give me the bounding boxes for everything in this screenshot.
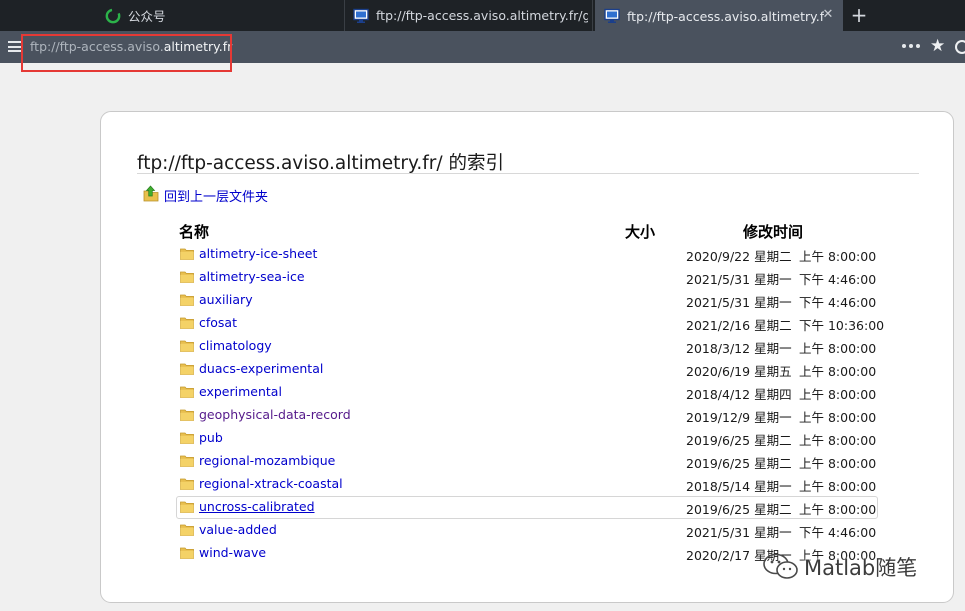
parent-folder-link[interactable]: 回到上一层文件夹	[164, 186, 268, 205]
new-tab-button[interactable]: +	[848, 4, 870, 26]
folder-link[interactable]: geophysical-data-record	[199, 407, 351, 422]
folder-icon	[180, 524, 194, 536]
hamburger-menu-icon[interactable]	[8, 41, 21, 52]
modified-time: 上午 8:00:00	[799, 387, 877, 402]
modified-time: 上午 8:00:00	[799, 502, 877, 517]
folder-icon	[180, 386, 194, 398]
address-highlight-box	[21, 34, 232, 72]
folder-link[interactable]: pub	[199, 430, 223, 445]
list-item[interactable]: cfosat 2021/2/16 星期二 下午 10:36:00	[176, 312, 884, 335]
wechat-logo-icon	[763, 553, 798, 579]
wechat-green-icon	[105, 8, 121, 23]
page-title: ftp://ftp-access.aviso.altimetry.fr/ 的索引	[137, 149, 919, 174]
modified-time: 上午 8:00:00	[799, 364, 877, 379]
folder-link[interactable]: altimetry-ice-sheet	[199, 246, 317, 261]
list-item[interactable]: altimetry-ice-sheet 2020/9/22 星期二 上午 8:00:…	[176, 243, 878, 266]
folder-link[interactable]: regional-mozambique	[199, 453, 335, 468]
modified-time: 下午 4:46:00	[799, 525, 877, 540]
list-item[interactable]: regional-mozambique 2019/6/25 星期二 上午 8:00:…	[176, 450, 878, 473]
list-item[interactable]: pub 2019/6/25 星期二 上午 8:00:00	[176, 427, 878, 450]
modified-date: 2020/6/19 星期五	[686, 364, 792, 379]
modified-time: 上午 8:00:00	[799, 249, 877, 264]
modified-date: 2020/9/22 星期二	[686, 249, 792, 264]
list-item[interactable]: uncross-calibrated 2019/6/25 星期二 上午 8:00:0…	[176, 496, 878, 519]
folder-link[interactable]: climatology	[199, 338, 272, 353]
tab-title: ftp://ftp-access.aviso.altimetry.fr/geop…	[376, 8, 588, 23]
tab-ftp-geophysical[interactable]: ftp://ftp-access.aviso.altimetry.fr/geop…	[346, 0, 593, 31]
folder-link[interactable]: duacs-experimental	[199, 361, 323, 376]
monitor-page-icon	[604, 8, 620, 23]
tab-ftp-index[interactable]: ftp://ftp-access.aviso.altimetry.fr/ 的 ✕	[595, 0, 843, 31]
modified-date: 2021/5/31 星期一	[686, 272, 792, 287]
bookmark-star-icon[interactable]: ★	[930, 37, 948, 55]
folder-icon	[180, 294, 194, 306]
modified-date: 2018/5/14 星期一	[686, 479, 792, 494]
folder-icon	[180, 478, 194, 490]
list-item[interactable]: duacs-experimental 2020/6/19 星期五 上午 8:00:0…	[176, 358, 878, 381]
folder-icon	[180, 409, 194, 421]
modified-date: 2019/6/25 星期二	[686, 433, 792, 448]
list-item[interactable]: regional-xtrack-coastal 2018/5/14 星期一 上午 8…	[176, 473, 878, 496]
list-item[interactable]: altimetry-sea-ice 2021/5/31 星期一 下午 4:46:00	[176, 266, 878, 289]
modified-date: 2021/5/31 星期一	[686, 295, 792, 310]
tab-close-button[interactable]: ✕	[821, 8, 835, 22]
more-dots-icon[interactable]	[902, 43, 920, 49]
modified-time: 上午 8:00:00	[799, 479, 877, 494]
list-item[interactable]: climatology 2018/3/12 星期一 上午 8:00:00	[176, 335, 878, 358]
list-item[interactable]: value-added 2021/5/31 星期一 下午 4:46:00	[176, 519, 878, 542]
modified-date: 2021/5/31 星期一	[686, 525, 792, 540]
folder-icon	[180, 363, 194, 375]
folder-link[interactable]: experimental	[199, 384, 282, 399]
watermark: Matlab随笔	[762, 552, 917, 582]
modified-time: 上午 8:00:00	[799, 410, 877, 425]
modified-time: 上午 8:00:00	[799, 433, 877, 448]
tab-bar: 公众号 ftp://ftp-access.aviso.altimetry.fr/…	[0, 0, 965, 31]
tab-title: ftp://ftp-access.aviso.altimetry.fr/ 的	[627, 9, 824, 24]
file-list: altimetry-ice-sheet 2020/9/22 星期二 上午 8:00:…	[176, 243, 884, 565]
monitor-page-icon	[353, 8, 369, 23]
folder-link[interactable]: cfosat	[199, 315, 237, 330]
folder-icon	[180, 547, 194, 559]
folder-link[interactable]: wind-wave	[199, 545, 266, 560]
folder-link[interactable]: value-added	[199, 522, 277, 537]
folder-link[interactable]: uncross-calibrated	[199, 499, 315, 514]
folder-icon	[180, 455, 194, 467]
modified-date: 2018/4/12 星期四	[686, 387, 792, 402]
folder-icon	[180, 271, 194, 283]
folder-icon	[180, 501, 194, 513]
folder-icon	[180, 340, 194, 352]
modified-date: 2018/3/12 星期一	[686, 341, 792, 356]
sync-icon[interactable]	[955, 40, 965, 54]
column-header-name[interactable]: 名称	[179, 221, 209, 242]
list-item[interactable]: auxiliary 2021/5/31 星期一 下午 4:46:00	[176, 289, 878, 312]
folder-icon	[180, 432, 194, 444]
column-header-size[interactable]: 大小	[625, 221, 655, 242]
watermark-text: Matlab随笔	[804, 556, 918, 580]
folder-icon	[180, 317, 194, 329]
modified-date: 2021/2/16 星期二	[686, 318, 792, 333]
folder-link[interactable]: auxiliary	[199, 292, 253, 307]
modified-date: 2019/12/9 星期一	[686, 410, 792, 425]
list-item[interactable]: experimental 2018/4/12 星期四 上午 8:00:00	[176, 381, 878, 404]
folder-link[interactable]: regional-xtrack-coastal	[199, 476, 343, 491]
tab-wechat[interactable]: 公众号	[95, 0, 345, 31]
modified-date: 2019/6/25 星期二	[686, 502, 792, 517]
modified-time: 下午 10:36:00	[799, 318, 885, 333]
folder-icon	[180, 248, 194, 260]
modified-date: 2019/6/25 星期二	[686, 456, 792, 471]
list-item[interactable]: geophysical-data-record 2019/12/9 星期一 上午 8…	[176, 404, 878, 427]
tab-title: 公众号	[128, 9, 166, 24]
modified-time: 上午 8:00:00	[799, 456, 877, 471]
folder-up-icon	[143, 185, 159, 202]
modified-time: 下午 4:46:00	[799, 272, 877, 287]
modified-time: 上午 8:00:00	[799, 341, 877, 356]
column-header-modified[interactable]: 修改时间	[743, 221, 803, 242]
modified-time: 下午 4:46:00	[799, 295, 877, 310]
folder-link[interactable]: altimetry-sea-ice	[199, 269, 305, 284]
